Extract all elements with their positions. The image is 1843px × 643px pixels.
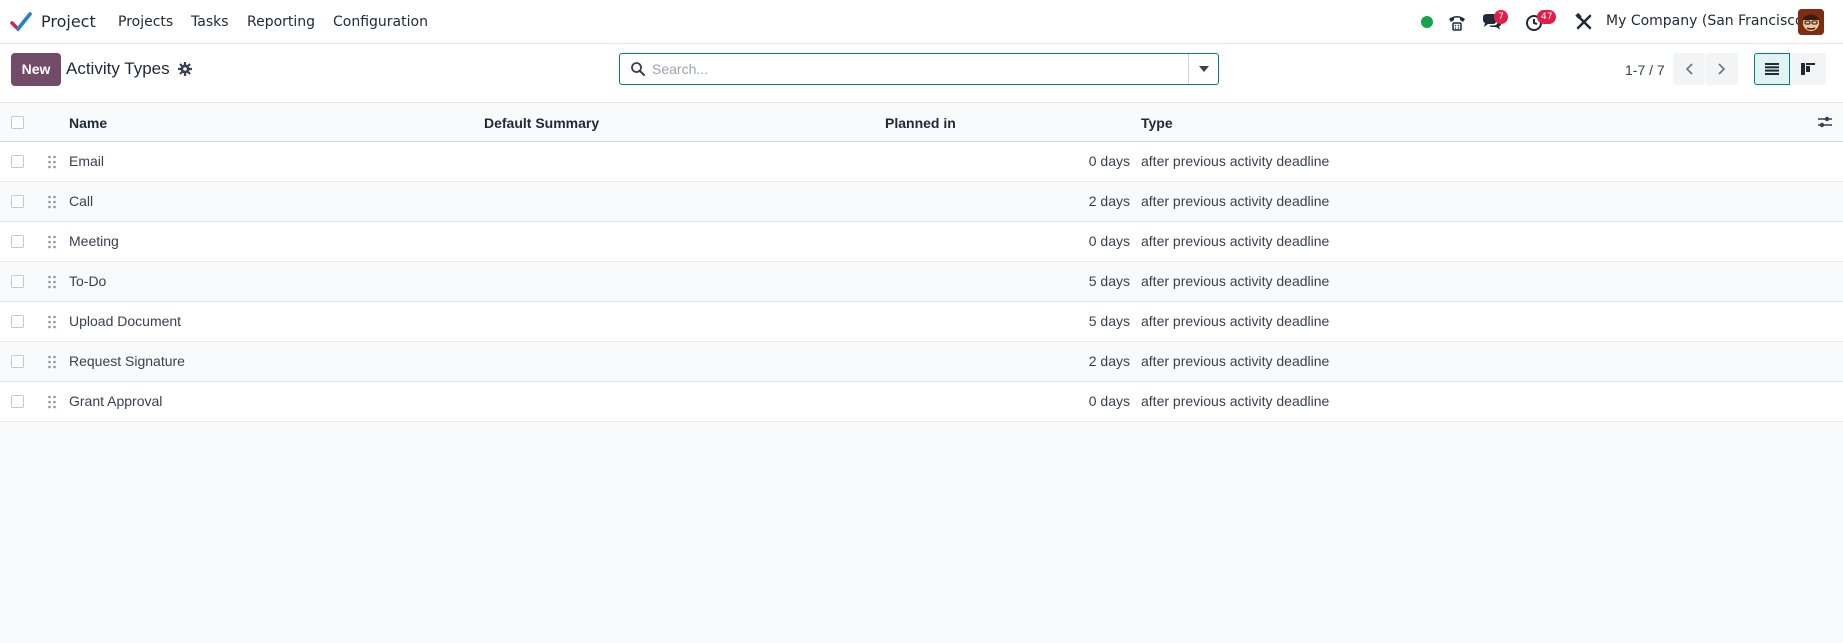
pager-previous-button[interactable] [1673, 53, 1705, 85]
presence-status-dot [1421, 16, 1433, 28]
activities-badge: 47 [1537, 10, 1557, 24]
drag-handle-icon[interactable] [47, 275, 57, 289]
table-row[interactable]: Request Signature 2 days after previous ac… [0, 342, 1843, 382]
phone-icon[interactable] [1446, 11, 1468, 33]
drag-handle-icon[interactable] [47, 315, 57, 329]
menu-projects[interactable]: Projects [118, 14, 173, 30]
app-name[interactable]: Project [41, 12, 96, 31]
cell-planned-in[interactable]: 2 days [1089, 353, 1130, 369]
column-header-planned-in[interactable]: Planned in [885, 115, 956, 131]
pager-next-button[interactable] [1706, 53, 1738, 85]
control-panel: New Activity Types 1-7 / 7 [0, 44, 1843, 102]
cell-name[interactable]: Request Signature [69, 353, 185, 369]
company-switcher[interactable]: My Company (San Francisco) [1606, 13, 1809, 29]
search-input[interactable] [652, 55, 1187, 83]
table-row[interactable]: Grant Approval 0 days after previous activ… [0, 382, 1843, 422]
table-row[interactable]: Email 0 days after previous activity deadl… [0, 142, 1843, 182]
activity-types-table: Name Default Summary Planned in Type Ema… [0, 102, 1843, 422]
cell-name[interactable]: Grant Approval [69, 393, 162, 409]
search-options-toggle[interactable] [1188, 54, 1218, 84]
list-view-button[interactable] [1754, 53, 1790, 85]
table-row[interactable]: Upload Document 5 days after previous acti… [0, 302, 1843, 342]
cell-type[interactable]: after previous activity deadline [1141, 193, 1329, 209]
search-bar [619, 53, 1219, 85]
cell-planned-in[interactable]: 0 days [1089, 393, 1130, 409]
list-view-icon [1765, 63, 1779, 75]
menu-configuration[interactable]: Configuration [333, 14, 428, 30]
cell-type[interactable]: after previous activity deadline [1141, 393, 1329, 409]
cell-type[interactable]: after previous activity deadline [1141, 353, 1329, 369]
drag-handle-icon[interactable] [47, 355, 57, 369]
cell-type[interactable]: after previous activity deadline [1141, 273, 1329, 289]
cell-type[interactable]: after previous activity deadline [1141, 153, 1329, 169]
cell-planned-in[interactable]: 0 days [1089, 153, 1130, 169]
table-row[interactable]: Call 2 days after previous activity deadli… [0, 182, 1843, 222]
page-title: Activity Types [66, 59, 170, 78]
cell-name[interactable]: To-Do [69, 273, 106, 289]
table-row[interactable]: To-Do 5 days after previous activity deadl… [0, 262, 1843, 302]
column-header-type[interactable]: Type [1141, 115, 1173, 131]
top-navbar: Project Projects Tasks Reporting Configu… [0, 0, 1843, 44]
kanban-view-button[interactable] [1790, 53, 1826, 85]
drag-handle-icon[interactable] [47, 395, 57, 409]
row-checkbox[interactable] [11, 195, 24, 208]
caret-down-icon [1198, 66, 1209, 72]
messages-badge: 7 [1494, 10, 1508, 24]
chevron-right-icon [1718, 63, 1726, 75]
cell-planned-in[interactable]: 0 days [1089, 233, 1130, 249]
cell-planned-in[interactable]: 5 days [1089, 273, 1130, 289]
chevron-left-icon [1685, 63, 1693, 75]
cell-name[interactable]: Email [69, 153, 104, 169]
select-all-checkbox[interactable] [11, 116, 24, 129]
sliders-icon[interactable] [1817, 114, 1833, 130]
menu-tasks[interactable]: Tasks [191, 14, 229, 30]
row-checkbox[interactable] [11, 355, 24, 368]
tools-icon[interactable] [1573, 11, 1595, 33]
pager-value[interactable]: 1-7 / 7 [1625, 62, 1665, 78]
menu-reporting[interactable]: Reporting [247, 14, 315, 30]
cell-name[interactable]: Meeting [69, 233, 119, 249]
cell-name[interactable]: Call [69, 193, 93, 209]
avatar-face-icon [1798, 9, 1824, 35]
drag-handle-icon[interactable] [47, 155, 57, 169]
drag-handle-icon[interactable] [47, 235, 57, 249]
row-checkbox[interactable] [11, 275, 24, 288]
project-checkmark-icon[interactable] [10, 11, 32, 33]
column-header-name[interactable]: Name [69, 115, 107, 131]
kanban-view-icon [1801, 63, 1815, 75]
row-checkbox[interactable] [11, 155, 24, 168]
row-checkbox[interactable] [11, 235, 24, 248]
column-header-default-summary[interactable]: Default Summary [484, 115, 599, 131]
table-row[interactable]: Meeting 0 days after previous activity dea… [0, 222, 1843, 262]
cell-planned-in[interactable]: 2 days [1089, 193, 1130, 209]
user-avatar[interactable] [1798, 9, 1824, 35]
cell-planned-in[interactable]: 5 days [1089, 313, 1130, 329]
row-checkbox[interactable] [11, 395, 24, 408]
cell-type[interactable]: after previous activity deadline [1141, 233, 1329, 249]
cell-name[interactable]: Upload Document [69, 313, 181, 329]
table-body: Email 0 days after previous activity deadl… [0, 142, 1843, 422]
cell-type[interactable]: after previous activity deadline [1141, 313, 1329, 329]
row-checkbox[interactable] [11, 315, 24, 328]
table-header: Name Default Summary Planned in Type [0, 102, 1843, 142]
drag-handle-icon[interactable] [47, 195, 57, 209]
gear-icon[interactable] [177, 61, 193, 77]
new-button[interactable]: New [11, 53, 61, 86]
search-icon [631, 62, 645, 76]
